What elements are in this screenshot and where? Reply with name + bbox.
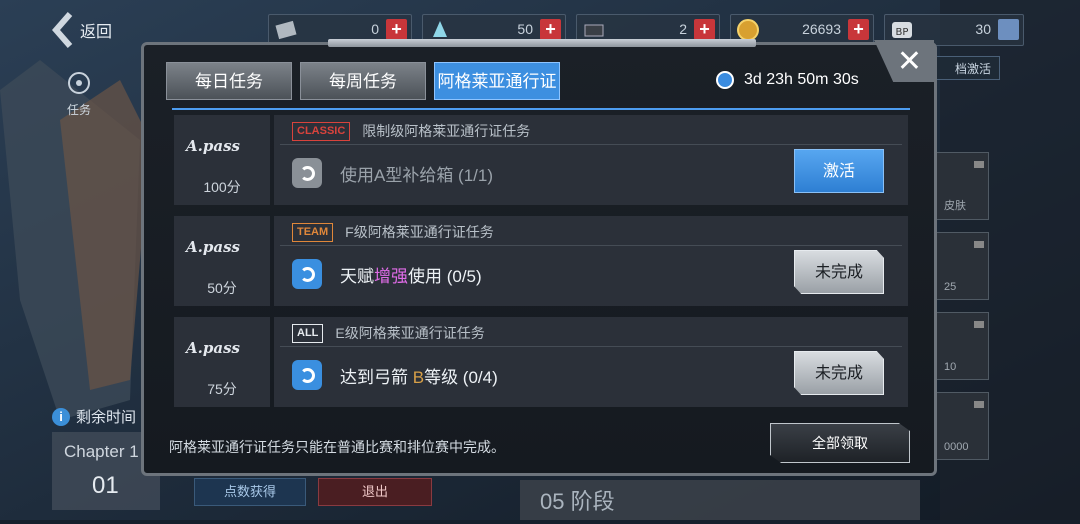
resource-value: 26693 [802, 21, 841, 37]
chapter-label: Chapter 1 [64, 442, 139, 461]
mission-status-button[interactable]: 未完成 [794, 250, 884, 294]
task-text-part: 等级 (0/4) [424, 367, 498, 387]
reward-label: 10 [944, 361, 957, 373]
divider [280, 346, 902, 347]
mission-panel: TEAM F级阿格莱亚通行证任务 天赋增强使用 (0/5) 未完成 [274, 216, 908, 306]
task-text-part: 使用 (0/5) [408, 266, 482, 286]
mission-category: F级阿格莱亚通行证任务 [345, 224, 494, 240]
mission-panel: CLASSIC 限制级阿格莱亚通行证任务 使用A型补给箱 (1/1) 激活 [274, 115, 908, 205]
resource-value: 0 [371, 21, 379, 37]
close-icon: ✕ [896, 45, 922, 78]
mission-description: 使用A型补给箱 (1/1) [340, 161, 493, 186]
countdown-timer: 3d 23h 50m 30s [716, 71, 859, 89]
mission-category: E级阿格莱亚通行证任务 [335, 325, 485, 341]
tab-weekly[interactable]: 每周任务 [300, 62, 426, 100]
target-icon [68, 72, 90, 94]
lock-icon [974, 241, 984, 248]
resource-value: 50 [517, 21, 533, 37]
task-shortcut[interactable]: 任务 [55, 68, 103, 124]
points-panel: A.pass 100分 [174, 115, 270, 205]
points-panel: A.pass 50分 [174, 216, 270, 306]
add-gold-button[interactable]: + [848, 19, 869, 40]
mission-task: 达到弓箭 B等级 (0/4) [292, 360, 498, 390]
mission-points: 75分 [207, 381, 237, 397]
mission-description: 达到弓箭 B等级 (0/4) [340, 363, 498, 388]
add-crystal-button[interactable]: + [540, 19, 561, 40]
add-cards-button[interactable]: + [386, 19, 407, 40]
back-button[interactable]: 返回 [50, 12, 112, 48]
mission-header: ALL E级阿格莱亚通行证任务 [292, 323, 485, 343]
task-text-part: 达到弓箭 [340, 367, 413, 387]
mission-tier-badge: TEAM [292, 222, 334, 242]
mission-status-button[interactable]: 激活 [794, 149, 884, 193]
chapter-number: 01 [92, 472, 119, 499]
footer-note: 阿格莱亚通行证任务只能在普通比赛和排位赛中完成。 [169, 439, 505, 455]
claim-all-button[interactable]: 全部领取 [770, 423, 910, 463]
mission-points: 100分 [203, 179, 241, 195]
pass-logo: A.pass [186, 238, 240, 256]
dialog-grip [328, 39, 756, 47]
reward-card[interactable]: 0000 [935, 392, 989, 460]
bp-icon: BP [892, 22, 912, 38]
timer-value: 3d 23h 50m 30s [744, 71, 859, 88]
lock-icon [974, 401, 984, 408]
remaining-time: i 剩余时间 [52, 406, 136, 427]
mission-row: A.pass 50分 TEAM F级阿格莱亚通行证任务 天赋增强使用 (0/5)… [174, 216, 908, 306]
task-text-part: B [412, 367, 425, 387]
task-text-part: 天赋 [340, 266, 374, 286]
points-button[interactable]: 点数获得 [194, 478, 306, 506]
remaining-label: 剩余时间 [76, 409, 137, 426]
bp-book-button[interactable] [998, 19, 1019, 40]
mission-tier-badge: ALL [292, 323, 324, 343]
mission-task: 天赋增强使用 (0/5) [292, 259, 482, 289]
mission-points: 50分 [207, 280, 237, 296]
info-icon: i [52, 407, 70, 426]
mission-description: 天赋增强使用 (0/5) [340, 262, 482, 287]
points-panel: A.pass 75分 [174, 317, 270, 407]
divider [172, 108, 910, 110]
mission-header: CLASSIC 限制级阿格莱亚通行证任务 [292, 121, 530, 141]
activate-tag[interactable]: 档激活 [928, 56, 1000, 80]
refresh-icon [292, 259, 322, 289]
reward-card[interactable]: 25 [935, 232, 989, 300]
mission-task: 使用A型补给箱 (1/1) [292, 158, 493, 188]
svg-text:BP: BP [896, 27, 909, 38]
mission-category: 限制级阿格莱亚通行证任务 [362, 123, 531, 139]
cards-icon [275, 20, 297, 40]
tab-daily[interactable]: 每日任务 [166, 62, 292, 100]
divider [280, 144, 902, 145]
stopwatch-icon [716, 71, 734, 89]
mission-panel: ALL E级阿格莱亚通行证任务 达到弓箭 B等级 (0/4) 未完成 [274, 317, 908, 407]
reward-label: 0000 [944, 441, 969, 453]
refresh-icon [292, 360, 322, 390]
add-ticket-button[interactable]: + [694, 19, 715, 40]
resource-value: 2 [679, 21, 687, 37]
back-label: 返回 [80, 24, 113, 41]
task-text-part: 增强 [374, 266, 408, 286]
task-text-part: 使用A型补给箱 (1/1) [340, 165, 494, 185]
task-label: 任务 [66, 103, 91, 117]
mission-header: TEAM F级阿格莱亚通行证任务 [292, 222, 494, 242]
divider [280, 245, 902, 246]
reward-label: 25 [944, 281, 957, 293]
lock-icon [974, 321, 984, 328]
reward-card[interactable]: 10 [935, 312, 989, 380]
refresh-icon [292, 158, 322, 188]
mission-status-button[interactable]: 未完成 [794, 351, 884, 395]
reward-label: 皮肤 [944, 200, 966, 212]
pass-logo: A.pass [186, 137, 240, 155]
mission-row: A.pass 75分 ALL E级阿格莱亚通行证任务 达到弓箭 B等级 (0/4… [174, 317, 908, 407]
lock-icon [974, 161, 984, 168]
exit-button[interactable]: 退出 [318, 478, 432, 506]
mission-row: A.pass 100分 CLASSIC 限制级阿格莱亚通行证任务 使用A型补给箱… [174, 115, 908, 205]
stage-label: 05 阶段 [520, 480, 920, 520]
reward-card[interactable]: 皮肤 [935, 152, 989, 220]
tab-aglaea-pass[interactable]: 阿格莱亚通行证 [434, 62, 560, 100]
chevron-left-icon [52, 12, 73, 48]
mission-tier-badge: CLASSIC [292, 121, 351, 141]
resource-value: 30 [975, 21, 991, 37]
pass-logo: A.pass [186, 339, 240, 357]
pass-mission-dialog: 每日任务 每周任务 阿格莱亚通行证 3d 23h 50m 30s A.pass … [141, 39, 937, 476]
